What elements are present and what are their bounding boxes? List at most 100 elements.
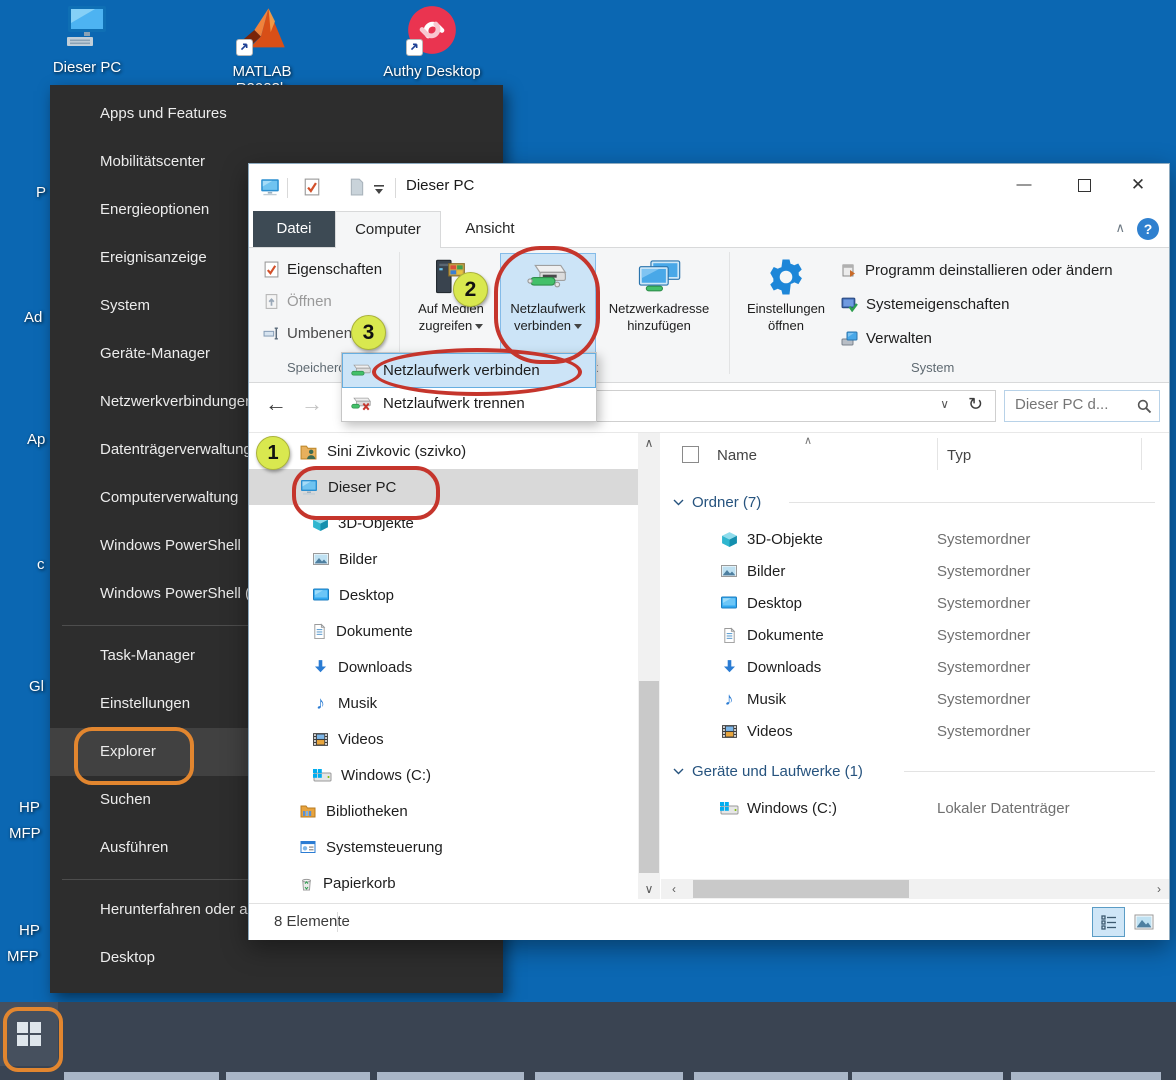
taskbar xyxy=(0,1002,1176,1080)
scrollbar-thumb[interactable] xyxy=(639,681,659,873)
file-row-pictures[interactable]: Bilder Systemordner xyxy=(661,555,1161,587)
taskbar-item[interactable] xyxy=(694,1072,848,1080)
file-row-desktop[interactable]: Desktop Systemordner xyxy=(661,587,1161,619)
scroll-up-icon[interactable]: ∧ xyxy=(638,436,660,450)
close-button[interactable]: ✕ xyxy=(1115,164,1161,206)
taskbar-item[interactable] xyxy=(64,1072,219,1080)
forward-button[interactable]: → xyxy=(301,391,323,417)
file-row-downloads[interactable]: Downloads Systemordner xyxy=(661,651,1161,683)
music-note-icon: ♪ xyxy=(312,693,329,714)
uninstall-program-button[interactable]: Programm deinstallieren oder ändern xyxy=(841,256,1113,284)
edge-desktop-label: Gl xyxy=(29,678,44,695)
address-dropdown-icon[interactable]: ∨ xyxy=(940,397,949,411)
column-header-type[interactable]: Typ xyxy=(947,447,971,464)
column-divider[interactable] xyxy=(937,438,938,470)
group-header-folders[interactable]: Ordner (7) xyxy=(673,486,761,518)
nav-item-windows-c[interactable]: Windows (C:) xyxy=(249,757,638,793)
nav-item-label: Bilder xyxy=(339,551,377,568)
column-header-name[interactable]: Name xyxy=(717,447,757,464)
maximize-button[interactable] xyxy=(1061,164,1107,206)
picture-icon xyxy=(312,551,330,567)
details-view-button[interactable] xyxy=(1092,907,1125,937)
nav-item-desktop[interactable]: Desktop xyxy=(249,577,638,613)
taskbar-item[interactable] xyxy=(377,1072,524,1080)
group-label: Geräte und Laufwerke (1) xyxy=(692,763,863,780)
window-title: Dieser PC xyxy=(406,177,474,194)
file-row-videos[interactable]: Videos Systemordner xyxy=(661,715,1161,747)
access-media-label2: zugreifen xyxy=(419,318,472,333)
desktop-icon-this-pc[interactable]: Dieser PC xyxy=(35,4,139,76)
scroll-right-icon[interactable]: › xyxy=(1151,882,1167,896)
collapse-ribbon-icon[interactable]: ∧ xyxy=(1115,220,1125,236)
search-box[interactable] xyxy=(1004,390,1160,422)
nav-item-documents[interactable]: Dokumente xyxy=(249,613,638,649)
qat-properties-icon[interactable] xyxy=(303,178,321,201)
annotation-circle-this-pc xyxy=(292,466,440,520)
open-button[interactable]: Öffnen xyxy=(259,288,336,314)
taskbar-item[interactable] xyxy=(535,1072,683,1080)
tab-file[interactable]: Datei xyxy=(253,211,335,247)
nav-item-control-panel[interactable]: Systemsteuerung xyxy=(249,829,638,865)
group-divider xyxy=(789,502,1155,503)
edge-desktop-label: HP xyxy=(19,799,40,816)
tab-view[interactable]: Ansicht xyxy=(441,211,539,247)
qat-folder-icon[interactable] xyxy=(349,178,365,201)
file-row-3d-objects[interactable]: 3D-Objekte Systemordner xyxy=(661,523,1161,555)
access-media-button[interactable]: Auf Medien zugreifen xyxy=(404,254,498,356)
matlab-icon xyxy=(236,4,288,56)
nav-item-videos[interactable]: Videos xyxy=(249,721,638,757)
taskbar-item[interactable] xyxy=(852,1072,1003,1080)
file-row-music[interactable]: ♪ Musik Systemordner xyxy=(661,683,1161,715)
scroll-down-icon[interactable]: ∨ xyxy=(638,882,660,896)
scrollbar-thumb[interactable] xyxy=(693,880,909,898)
column-divider[interactable] xyxy=(1141,438,1142,470)
refresh-icon[interactable]: ↻ xyxy=(968,394,983,415)
item-count: 8 Elemente xyxy=(274,913,350,930)
taskbar-item[interactable] xyxy=(1011,1072,1161,1080)
rename-icon xyxy=(263,325,280,342)
nav-item-label: Dokumente xyxy=(336,623,413,640)
file-name: Musik xyxy=(747,691,937,708)
desktop-icon-matlab[interactable]: MATLAB R2023b xyxy=(210,4,314,97)
uninstall-label: Programm deinstallieren oder ändern xyxy=(865,262,1113,279)
file-type: Systemordner xyxy=(937,723,1030,740)
nav-item-music[interactable]: ♪ Musik xyxy=(249,685,638,721)
drive-windows-icon xyxy=(312,767,332,783)
this-pc-icon xyxy=(61,4,113,56)
manage-button[interactable]: Verwalten xyxy=(841,324,932,352)
tab-computer[interactable]: Computer xyxy=(335,211,441,248)
search-input[interactable] xyxy=(1013,395,1127,414)
taskbar-item[interactable] xyxy=(226,1072,370,1080)
file-name: Dokumente xyxy=(747,627,937,644)
select-all-checkbox[interactable] xyxy=(682,446,699,463)
file-row-documents[interactable]: Dokumente Systemordner xyxy=(661,619,1161,651)
help-button[interactable]: ? xyxy=(1137,218,1159,240)
scroll-left-icon[interactable]: ‹ xyxy=(663,882,685,896)
nav-item-user-profile[interactable]: Sini Zivkovic (szivko) xyxy=(249,433,638,469)
settings-gear-icon xyxy=(736,254,836,300)
file-type: Lokaler Datenträger xyxy=(937,800,1070,817)
qat-customize-icon[interactable] xyxy=(373,182,385,200)
nav-item-pictures[interactable]: Bilder xyxy=(249,541,638,577)
file-name: Windows (C:) xyxy=(747,800,937,817)
cube-icon xyxy=(721,531,738,548)
thumbnail-view-button[interactable] xyxy=(1127,907,1160,937)
edge-desktop-label: HP xyxy=(19,922,40,939)
nav-item-recycle-bin[interactable]: Papierkorb xyxy=(249,865,638,901)
nav-item-libraries[interactable]: Bibliotheken xyxy=(249,793,638,829)
file-row-windows-c[interactable]: Windows (C:) Lokaler Datenträger xyxy=(661,792,1161,824)
minimize-button[interactable]: — xyxy=(1001,164,1047,206)
menu-item-apps-features[interactable]: Apps und Features xyxy=(50,90,503,138)
add-network-location-button[interactable]: Netzwerkadresse hinzufügen xyxy=(599,254,719,356)
group-header-devices[interactable]: Geräte und Laufwerke (1) xyxy=(673,755,863,787)
nav-scrollbar[interactable]: ∧ ∨ xyxy=(638,433,660,899)
edge-desktop-label: MFP xyxy=(7,948,39,965)
back-button[interactable]: ← xyxy=(265,391,287,417)
properties-button[interactable]: Eigenschaften xyxy=(259,256,386,282)
open-settings-button[interactable]: Einstellungen öffnen xyxy=(736,254,836,356)
system-properties-button[interactable]: Systemeigenschaften xyxy=(841,290,1009,318)
content-hscrollbar[interactable]: ‹ › xyxy=(661,879,1169,899)
nav-item-downloads[interactable]: Downloads xyxy=(249,649,638,685)
menu-item-desktop[interactable]: Desktop xyxy=(50,934,503,982)
desktop-icon-authy[interactable]: Authy Desktop xyxy=(380,4,484,80)
